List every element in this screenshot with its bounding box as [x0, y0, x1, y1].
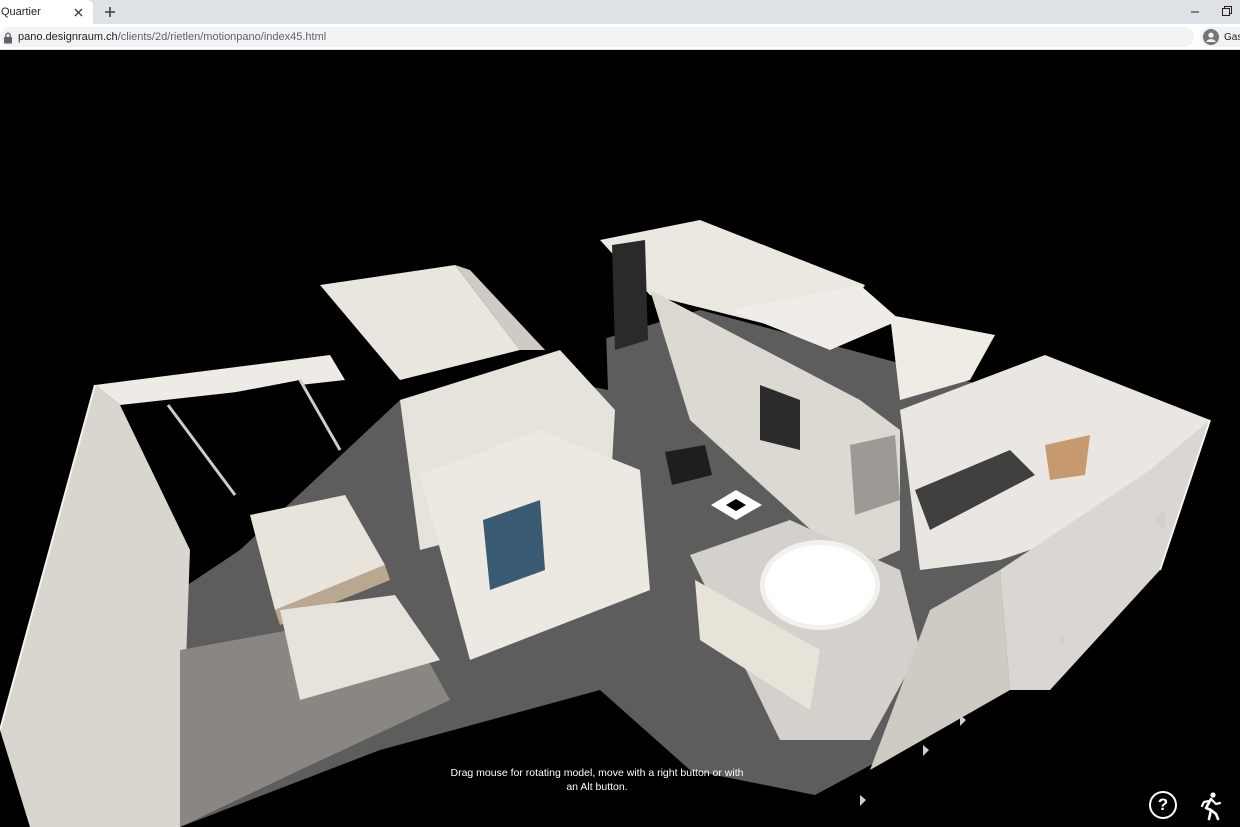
- lock-icon: [3, 31, 13, 44]
- url-text: pano.designraum.ch/clients/2d/rietlen/mo…: [18, 31, 326, 43]
- tab-strip: Quartier: [0, 0, 1240, 24]
- minimize-icon[interactable]: [1188, 5, 1202, 19]
- address-bar[interactable]: pano.designraum.ch/clients/2d/rietlen/mo…: [0, 27, 1194, 47]
- tab-title: Quartier: [1, 6, 41, 18]
- walk-mode-icon[interactable]: [1194, 790, 1226, 822]
- close-icon[interactable]: [71, 5, 85, 19]
- avatar-icon: [1203, 29, 1219, 45]
- navigation-hint: Drag mouse for rotating model, move with…: [450, 767, 744, 793]
- plus-icon[interactable]: [101, 3, 119, 21]
- profile-name: Gast: [1224, 31, 1240, 43]
- url-path: /clients/2d/rietlen/motionpano/index45.h…: [117, 31, 327, 43]
- url-host: pano.designraum.ch: [18, 31, 118, 43]
- profile-button[interactable]: Gast: [1200, 27, 1240, 47]
- restore-icon[interactable]: [1220, 4, 1234, 18]
- help-icon[interactable]: ?: [1149, 791, 1177, 819]
- browser-toolbar: pano.designraum.ch/clients/2d/rietlen/mo…: [0, 24, 1240, 50]
- dollhouse-model[interactable]: [0, 50, 1240, 827]
- 3d-model-viewer[interactable]: Drag mouse for rotating model, move with…: [0, 50, 1240, 827]
- tab-quartier[interactable]: Quartier: [0, 0, 93, 24]
